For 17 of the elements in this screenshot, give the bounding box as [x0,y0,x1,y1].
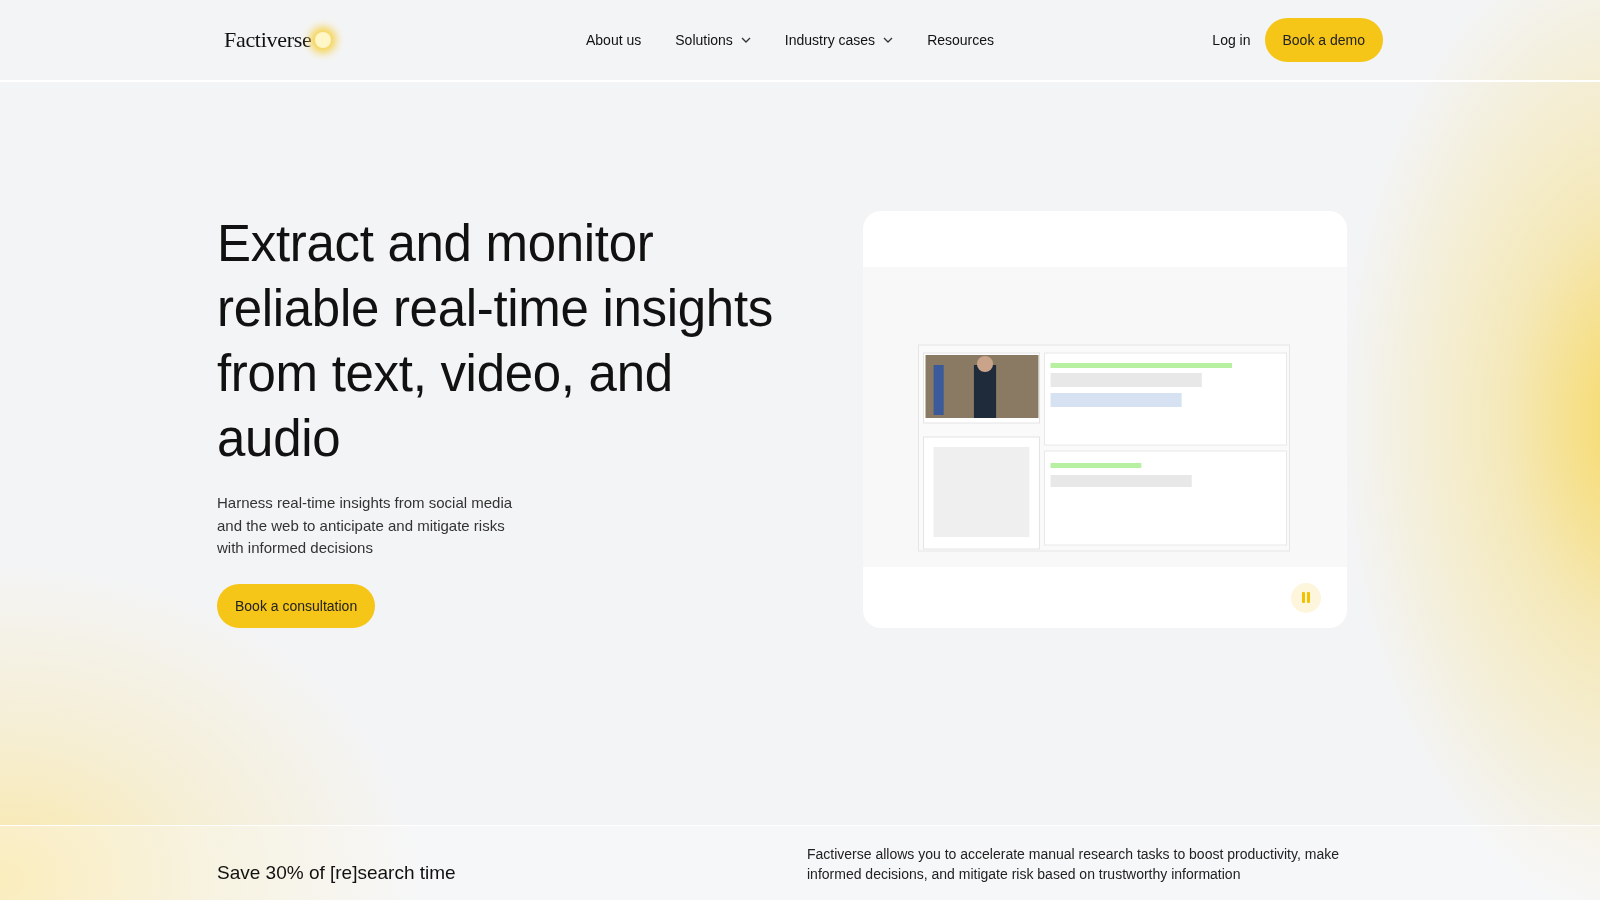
book-consultation-button[interactable]: Book a consultation [217,583,376,628]
nav-link[interactable]: About us [586,32,642,48]
band-headline: Save 30% of [re]search time [217,862,457,885]
book-demo-button[interactable]: Book a demo [1264,18,1383,62]
chevron-down-icon [883,37,894,43]
band-text: Factiverse allows you to accelerate manual research tasks to boost productivity, make informed decisions, and mitigate risk based on trustworthy information [807,845,1340,884]
chevron-down-icon [740,37,751,43]
nav-link[interactable]: Solutions [675,32,751,48]
hero-subtitle: Harness real-time insights from social media and the web to anticipate and mitigate risks with informed decisions [217,493,514,558]
nav-link[interactable]: Industry cases [784,32,894,48]
login-link[interactable]: Log in [1212,32,1251,48]
hero-title: Extract and monitor reliable real-time insights from text, video, and audio [217,214,774,469]
sun-icon [315,32,332,48]
pause-icon [1302,592,1310,603]
logo[interactable]: Factiverse [224,27,312,53]
nav-link[interactable]: Resources [927,32,995,48]
pause-button[interactable] [1291,582,1321,613]
